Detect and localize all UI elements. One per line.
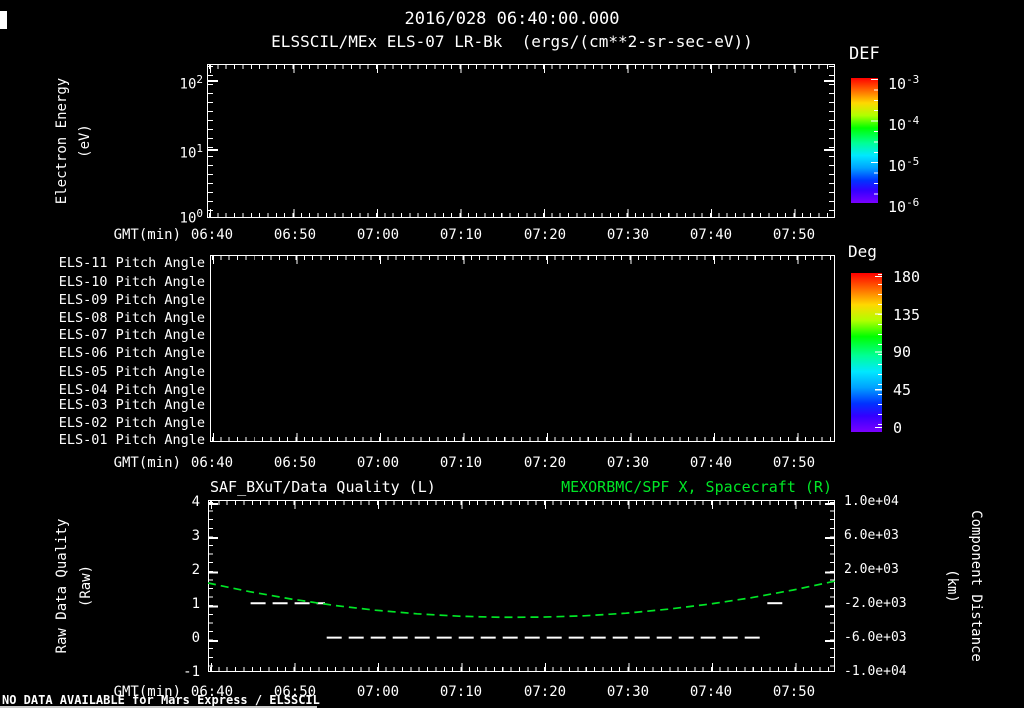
quality-ytick: -1 <box>183 664 200 680</box>
distance-y-axis-title: Component Distance <box>968 510 984 662</box>
deg-cb-tick-90: 90 <box>893 343 912 361</box>
pitch-row-label: ELS-03 Pitch Angle <box>58 397 205 413</box>
energy-ytick-1e2: 102 <box>179 73 203 93</box>
x-tick: 07:40 <box>689 684 733 700</box>
pitch-row-label: ELS-11 Pitch Angle <box>58 255 205 271</box>
x-tick: 07:30 <box>606 227 650 243</box>
pitch-row-label: ELS-07 Pitch Angle <box>58 327 205 343</box>
energy-ytick-1e0: 100 <box>179 207 203 227</box>
quality-ytick: 3 <box>191 528 200 544</box>
x-major-ticks-top <box>213 256 833 264</box>
deg-colorbar <box>851 273 882 432</box>
x-tick: 07:50 <box>772 684 816 700</box>
deg-cb-tick-0: 0 <box>893 419 903 437</box>
x-tick: 07:10 <box>439 455 483 471</box>
pitch-angle-panel <box>210 255 835 442</box>
distance-ytick: 6.0e+03 <box>844 528 899 543</box>
x-tick: 07:00 <box>356 684 400 700</box>
distance-ytick: 2.0e+03 <box>844 562 899 577</box>
x-minor-ticks-top <box>209 65 833 69</box>
quality-y-axis-units: (Raw) <box>78 564 94 608</box>
pitch-row-label: ELS-06 Pitch Angle <box>58 345 205 361</box>
x-tick: 07:10 <box>439 227 483 243</box>
deg-cb-tick-45: 45 <box>893 381 912 399</box>
x-tick: 06:40 <box>190 227 234 243</box>
quality-panel-title-left: SAF_BXuT/Data Quality (L) <box>210 478 436 496</box>
plot-window: 2016/028 06:40:00.000 ELSSCIL/MEx ELS-07… <box>0 0 1024 708</box>
quality-y-axis-title: Raw Data Quality <box>54 518 70 654</box>
deg-cb-tick-180: 180 <box>893 268 921 286</box>
distance-ytick: 1.0e+04 <box>844 494 899 509</box>
x-tick: 07:40 <box>689 455 733 471</box>
x-major-ticks-bottom <box>213 433 833 441</box>
quality-ytick: 0 <box>191 630 200 646</box>
quality-distance-plot <box>208 580 835 639</box>
x-tick: 06:40 <box>190 455 234 471</box>
x-tick: 06:50 <box>273 455 317 471</box>
x-tick: 07:00 <box>356 227 400 243</box>
y-major-tick <box>208 149 218 151</box>
distance-ytick: -2.0e+03 <box>844 596 907 611</box>
pitch-row-label: ELS-08 Pitch Angle <box>58 310 205 326</box>
pitch-row-label: ELS-02 Pitch Angle <box>58 415 205 431</box>
x-minor-ticks-top <box>212 256 833 260</box>
x-major-ticks-top <box>210 65 833 73</box>
energy-spectrogram-panel <box>207 64 835 218</box>
energy-y-axis-units: (eV) <box>77 124 93 158</box>
y-major-tick <box>824 80 834 82</box>
y-log-minor-ticks-right <box>829 66 834 216</box>
def-cb-tick-1e-4: 10-4 <box>888 114 920 134</box>
distance-ytick: -6.0e+03 <box>844 630 907 645</box>
energy-ytick-1e1: 101 <box>179 142 203 162</box>
x-tick: 07:20 <box>523 227 567 243</box>
y-major-tick <box>824 149 834 151</box>
x-tick: 07:40 <box>689 227 733 243</box>
distance-y-axis-units: (km) <box>944 569 960 603</box>
x-tick: 06:50 <box>273 227 317 243</box>
pitch-row-label: ELS-09 Pitch Angle <box>58 292 205 308</box>
x-major-ticks-bottom <box>210 209 833 217</box>
def-cb-tick-1e-5: 10-5 <box>888 155 920 175</box>
x-tick: 07:50 <box>772 455 816 471</box>
pitch-row-label: ELS-10 Pitch Angle <box>58 274 205 290</box>
x-tick: 07:20 <box>523 684 567 700</box>
energy-y-axis-title: Electron Energy <box>54 77 70 205</box>
quality-panel-title-right: MEXORBMC/SPF X, Spacecraft (R) <box>561 478 832 496</box>
x-tick: 07:30 <box>606 684 650 700</box>
page-title-date: 2016/028 06:40:00.000 <box>404 9 620 29</box>
def-cb-tick-1e-3: 10-3 <box>888 73 920 93</box>
x-tick: 07:50 <box>772 227 816 243</box>
quality-ytick: 1 <box>191 596 200 612</box>
deg-colorbar-title: Deg <box>848 242 877 261</box>
pitch-row-label: ELS-04 Pitch Angle <box>58 382 205 398</box>
y-major-tick <box>208 80 218 82</box>
pitch-row-label: ELS-05 Pitch Angle <box>58 364 205 380</box>
quality-ytick: 4 <box>191 494 200 510</box>
x-tick: 07:20 <box>523 455 567 471</box>
x-axis-label: GMT(min) <box>113 455 181 471</box>
x-tick: 07:30 <box>606 455 650 471</box>
def-colorbar <box>851 78 878 203</box>
deg-colorbar-gradient <box>851 273 882 432</box>
def-colorbar-major-ticks <box>871 79 878 203</box>
def-colorbar-title: DEF <box>849 44 880 64</box>
x-minor-ticks-bottom <box>212 437 833 441</box>
quality-ytick: 2 <box>191 562 200 578</box>
deg-cb-tick-135: 135 <box>893 306 921 324</box>
x-axis-label: GMT(min) <box>113 227 181 243</box>
y-log-minor-ticks-left <box>208 66 213 216</box>
x-tick: 07:00 <box>356 455 400 471</box>
def-cb-tick-1e-6: 10-6 <box>888 196 920 216</box>
x-tick: 07:10 <box>439 684 483 700</box>
x-minor-ticks-bottom <box>209 213 833 217</box>
distance-ytick: -1.0e+04 <box>844 664 907 679</box>
